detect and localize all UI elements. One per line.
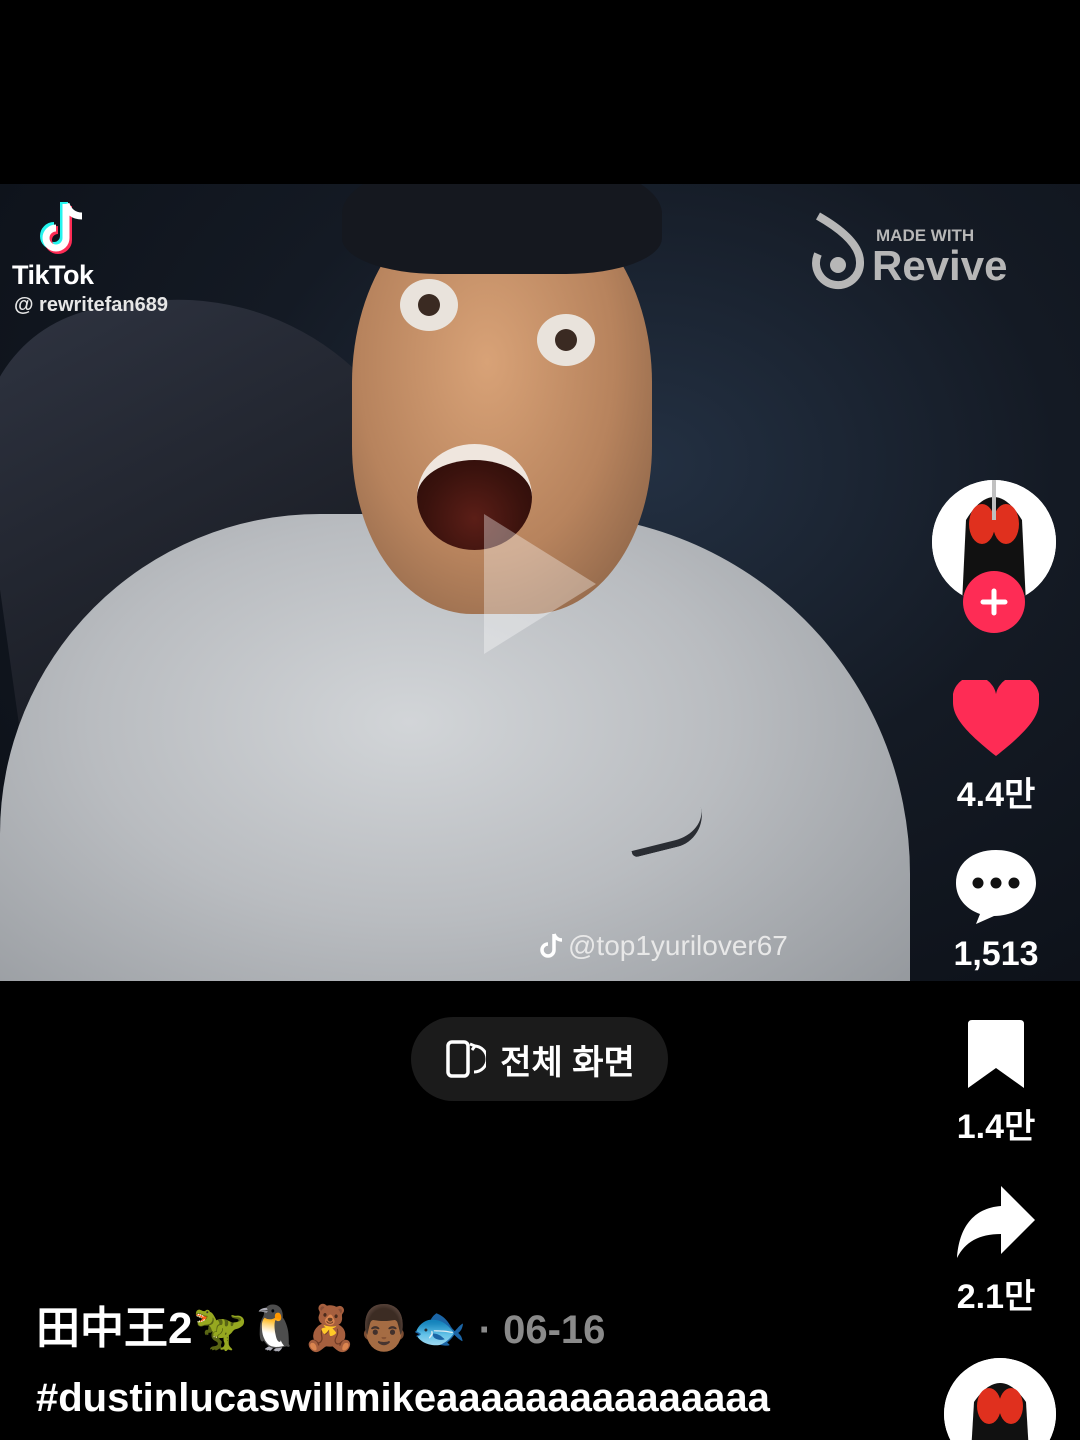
comment-icon <box>956 850 1036 924</box>
comment-button[interactable]: 1,513 <box>926 846 1066 974</box>
share-count: 2.1만 <box>956 1278 1036 1316</box>
revive-logo-icon <box>812 212 865 290</box>
post-date: · 06-16 <box>478 1308 606 1352</box>
bookmark-icon <box>968 1020 1024 1088</box>
plus-icon <box>980 588 1008 616</box>
save-count: 1.4만 <box>956 1108 1036 1146</box>
watermark-handle: @top1yurilover67 <box>568 930 788 961</box>
fullscreen-button[interactable]: 전체 화면 <box>411 1017 668 1101</box>
like-button[interactable]: 4.4만 <box>926 676 1066 816</box>
video-player[interactable]: TikTok @ rewritefan689 MADE WITH Revive … <box>0 184 1080 981</box>
caption-title-row[interactable]: 田中王2🦖🐧🧸👨🏾🐟 · 06-16 <box>36 1292 605 1356</box>
tiktok-wordmark: TikTok <box>12 260 94 290</box>
tiktok-small-icon <box>540 933 563 958</box>
revive-wordmark: Revive <box>872 242 1008 289</box>
music-disc-avatar[interactable] <box>944 1358 1056 1440</box>
hashtag-line[interactable]: #dustinlucaswillmikeaaaaaaaaaaaaaaa <box>36 1376 916 1421</box>
creator-name[interactable]: 田中王2🦖🐧🧸👨🏾🐟 <box>36 1304 466 1353</box>
fullscreen-label: 전체 화면 <box>500 1043 635 1082</box>
rotate-phone-icon <box>446 1040 487 1078</box>
music-disc-image <box>944 1358 1056 1440</box>
screen: TikTok @ rewritefan689 MADE WITH Revive … <box>0 0 1080 1440</box>
comment-count: 1,513 <box>953 935 1039 973</box>
tiktok-watermark-username: @ rewritefan689 <box>14 294 169 316</box>
share-arrow-icon <box>957 1186 1035 1258</box>
follow-button[interactable] <box>963 571 1025 633</box>
like-count: 4.4만 <box>956 776 1036 814</box>
tiktok-logo-icon <box>40 202 83 254</box>
heart-icon <box>952 676 1040 756</box>
save-button[interactable]: 1.4만 <box>926 1020 1066 1148</box>
video-watermark: @top1yurilover67 <box>540 930 788 962</box>
share-button[interactable]: 2.1만 <box>926 1184 1066 1318</box>
play-icon[interactable] <box>484 514 596 654</box>
